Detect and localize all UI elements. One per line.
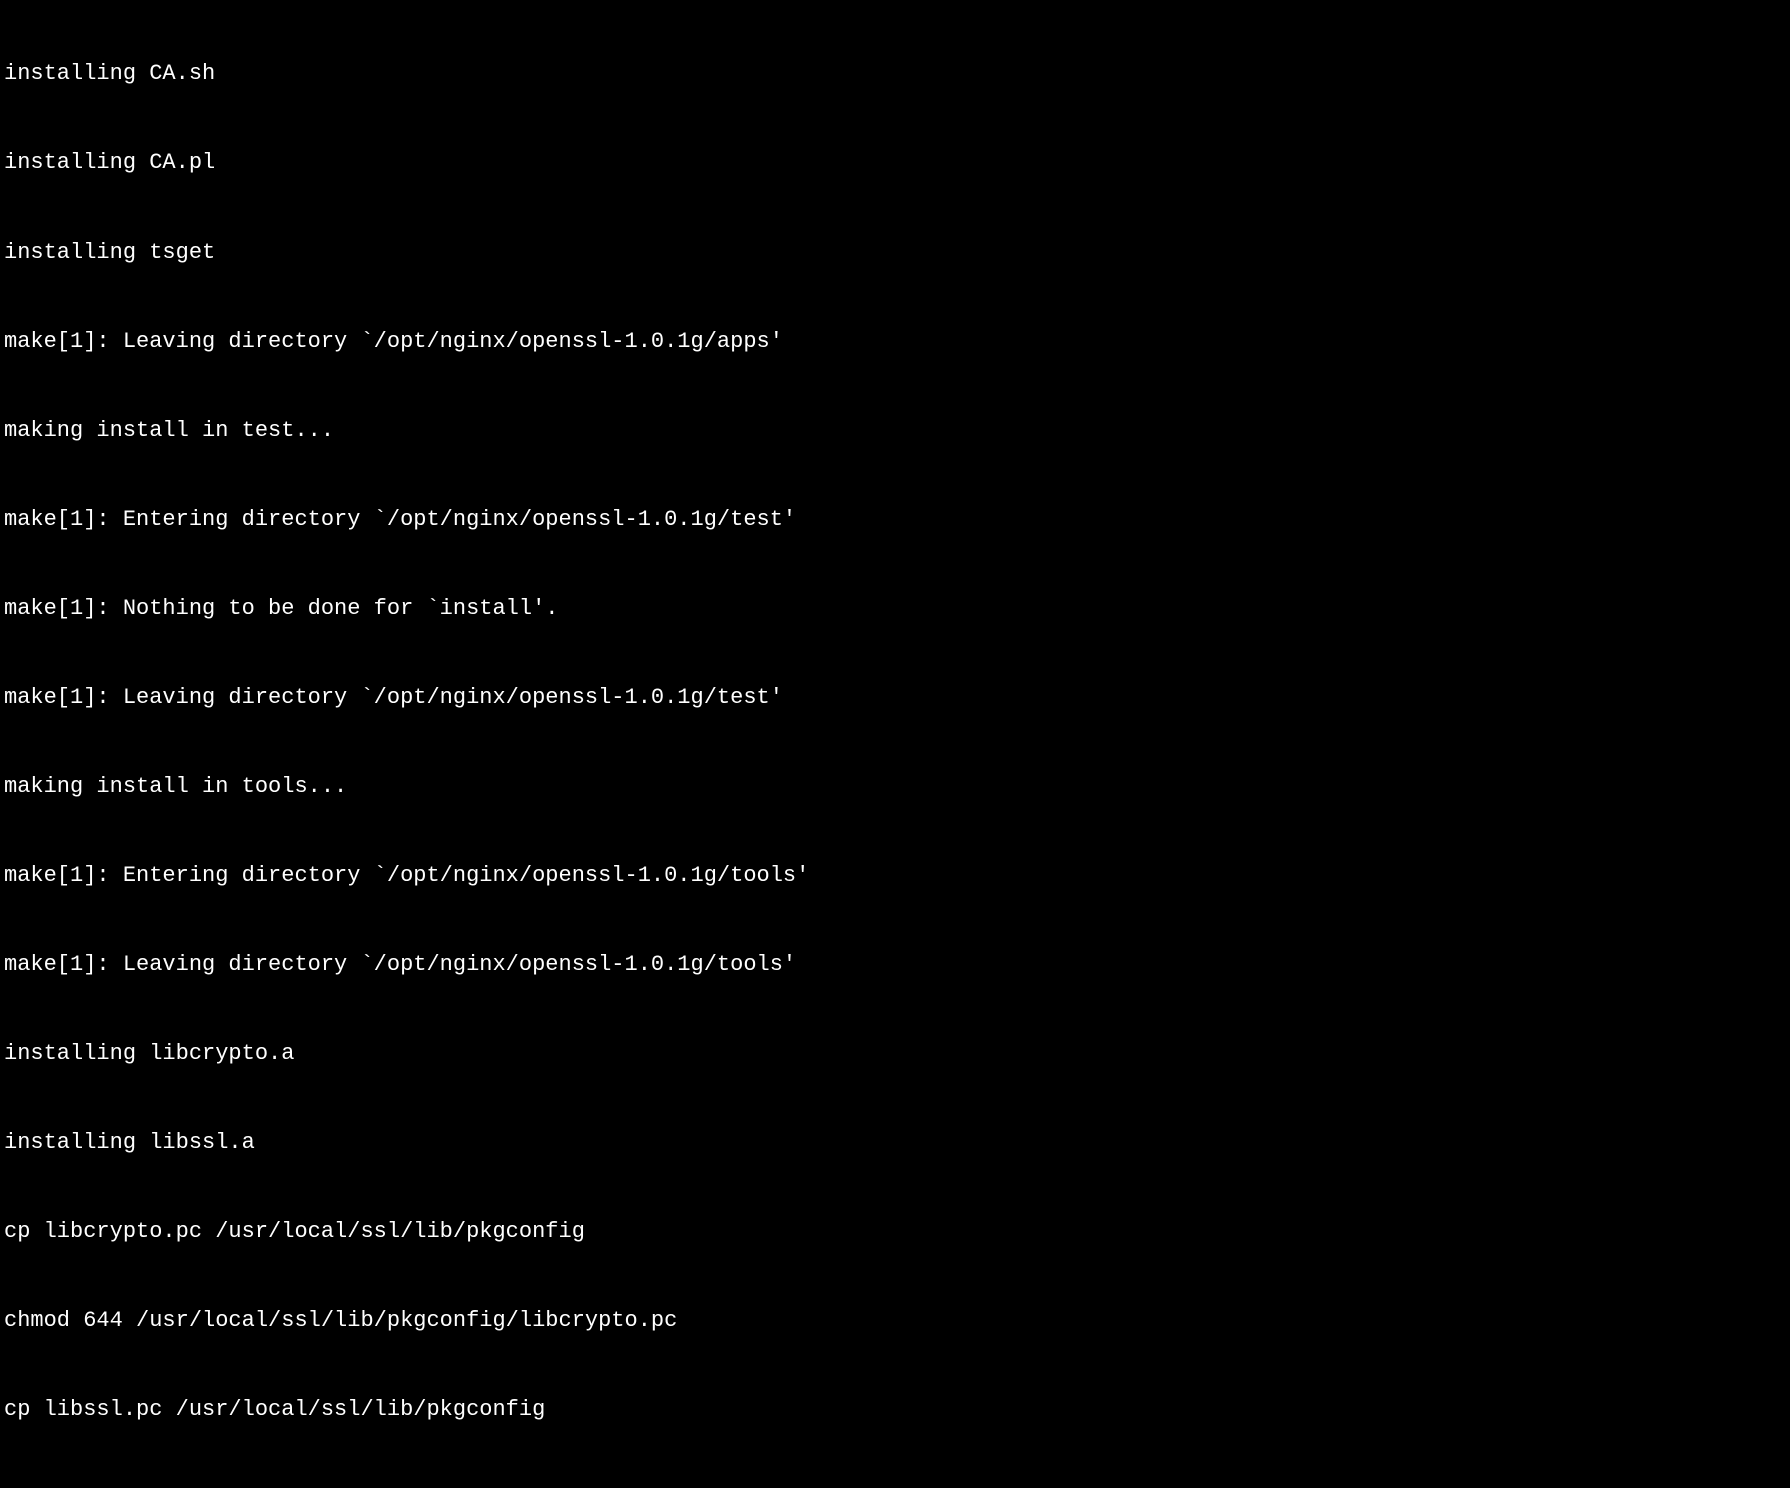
output-line: installing libssl.a <box>4 1128 1786 1158</box>
output-line: make[1]: Leaving directory `/opt/nginx/o… <box>4 950 1786 980</box>
output-line: cp libcrypto.pc /usr/local/ssl/lib/pkgco… <box>4 1217 1786 1247</box>
output-line: making install in test... <box>4 416 1786 446</box>
output-line: chmod 644 /usr/local/ssl/lib/pkgconfig/l… <box>4 1484 1786 1488</box>
output-line: installing libcrypto.a <box>4 1039 1786 1069</box>
output-line: making install in tools... <box>4 772 1786 802</box>
terminal-output[interactable]: installing CA.sh installing CA.pl instal… <box>4 0 1786 1488</box>
output-line: make[1]: Leaving directory `/opt/nginx/o… <box>4 327 1786 357</box>
output-line: make[1]: Leaving directory `/opt/nginx/o… <box>4 683 1786 713</box>
output-line: make[1]: Entering directory `/opt/nginx/… <box>4 505 1786 535</box>
output-line: installing CA.sh <box>4 59 1786 89</box>
output-line: make[1]: Entering directory `/opt/nginx/… <box>4 861 1786 891</box>
output-line: make[1]: Nothing to be done for `install… <box>4 594 1786 624</box>
output-line: installing CA.pl <box>4 148 1786 178</box>
output-line: chmod 644 /usr/local/ssl/lib/pkgconfig/l… <box>4 1306 1786 1336</box>
output-line: cp libssl.pc /usr/local/ssl/lib/pkgconfi… <box>4 1395 1786 1425</box>
output-line: installing tsget <box>4 238 1786 268</box>
